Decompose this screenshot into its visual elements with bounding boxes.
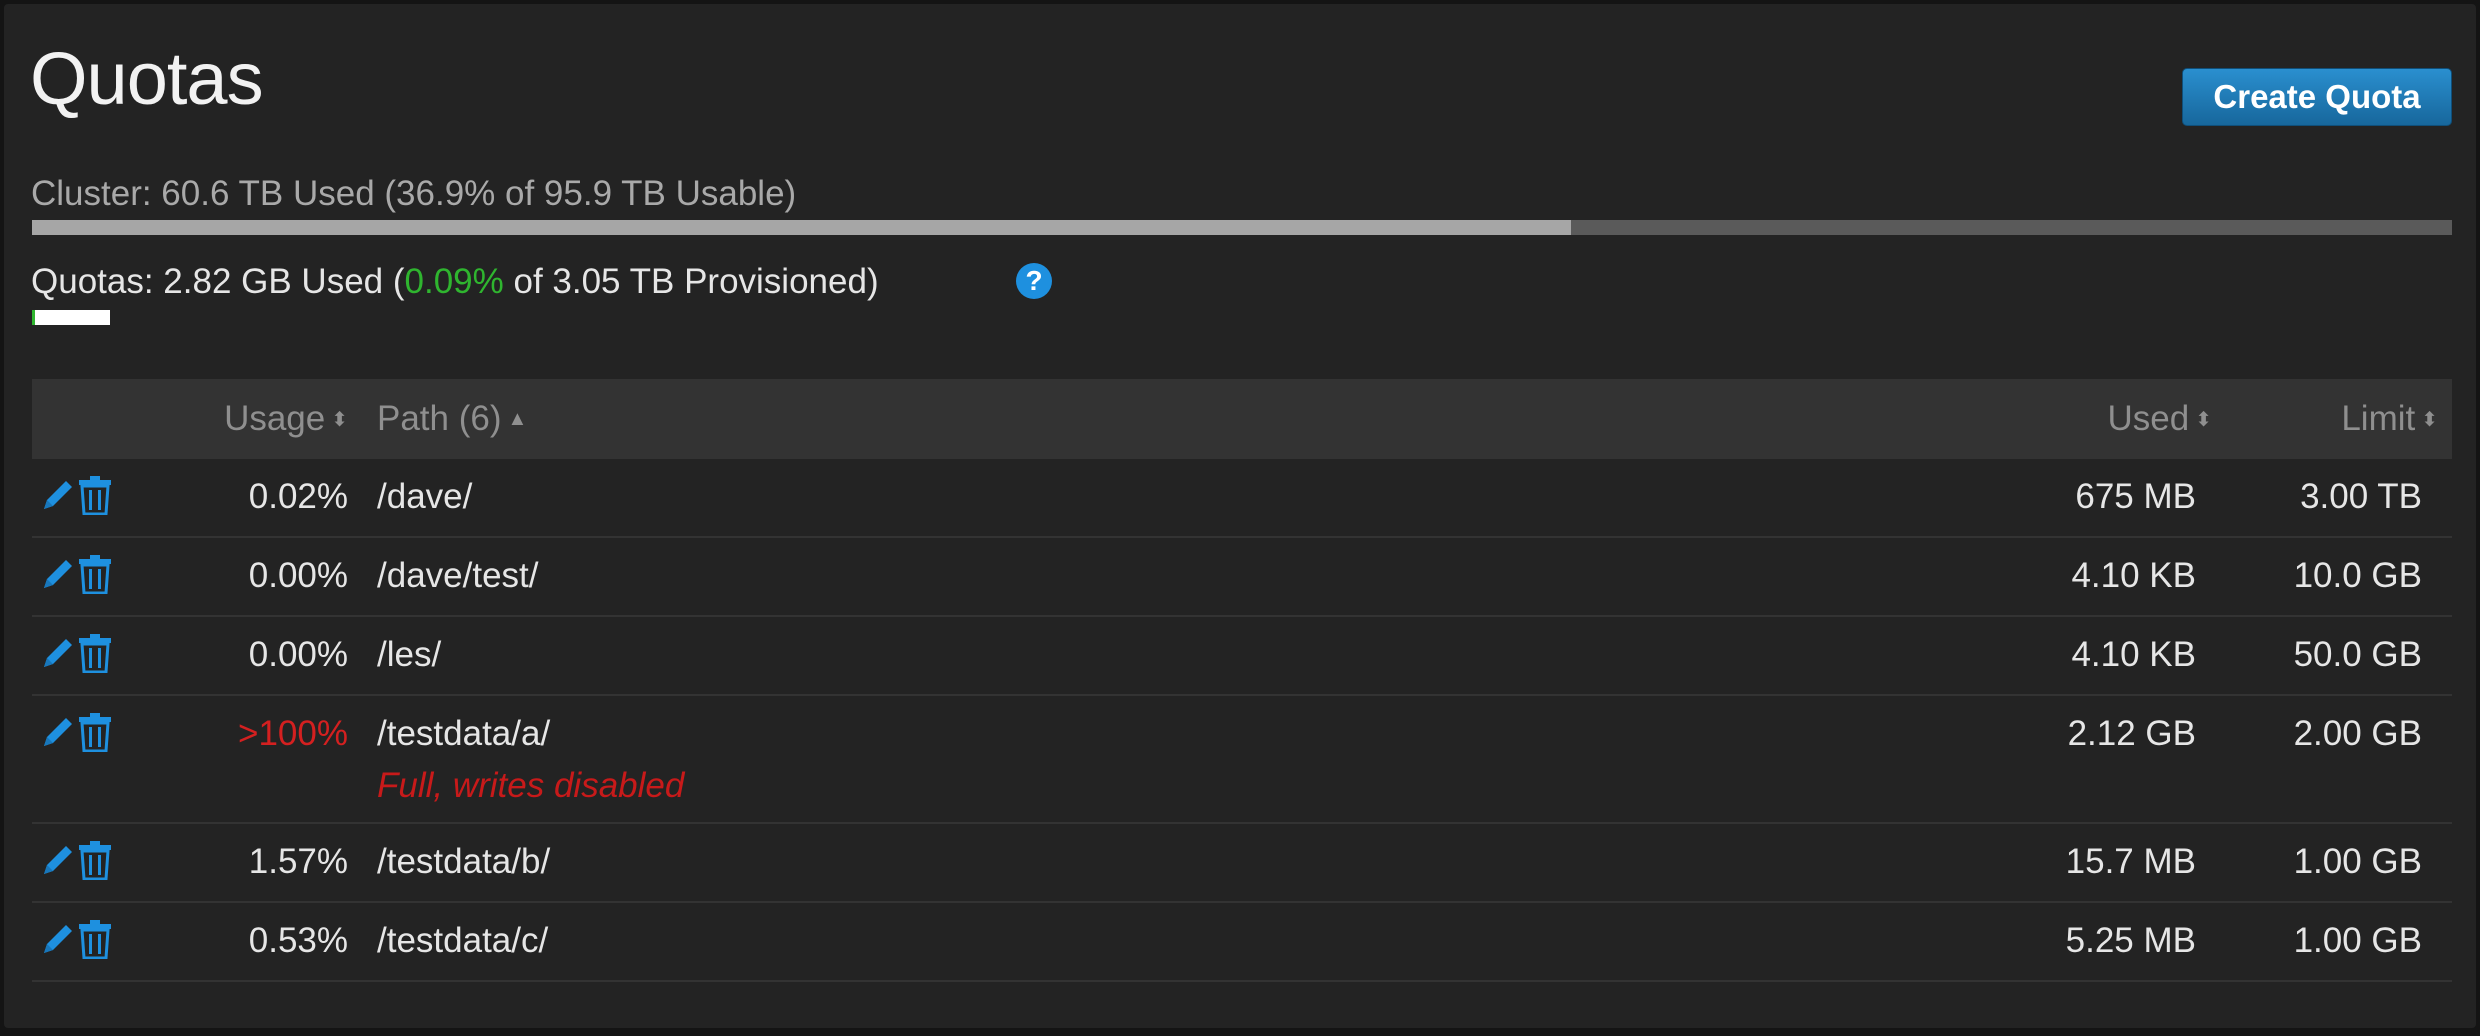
sort-up-icon: ▲ — [507, 407, 528, 430]
usage-cell: 0.02% — [248, 477, 348, 516]
column-header-usage[interactable]: Usage ⬍ — [224, 379, 348, 459]
row-actions — [38, 712, 112, 757]
column-header-limit[interactable]: Limit ⬍ — [2341, 379, 2438, 459]
column-header-path[interactable]: Path (6) ▲ — [377, 379, 527, 459]
trash-icon[interactable] — [78, 840, 112, 885]
path-cell: /testdata/b/ — [377, 842, 551, 881]
table-row: 0.00% /les/4.10 KB 50.0 GB — [32, 617, 2452, 696]
pencil-icon[interactable] — [38, 554, 78, 599]
limit-cell: 1.00 GB — [2293, 842, 2422, 881]
quota-full-warning: Full, writes disabled — [377, 766, 685, 805]
quotas-usage-label: Quotas: 2.82 GB Used (0.09% of 3.05 TB P… — [31, 262, 879, 302]
pencil-icon[interactable] — [38, 840, 78, 885]
limit-cell: 3.00 TB — [2300, 477, 2422, 516]
quotas-usage-bar-fill — [32, 310, 35, 325]
limit-cell: 10.0 GB — [2293, 556, 2422, 595]
column-path-label: Path (6) — [377, 399, 502, 438]
trash-icon[interactable] — [78, 919, 112, 964]
help-icon[interactable]: ? — [1016, 263, 1052, 299]
usage-cell: 0.00% — [248, 556, 348, 595]
used-cell: 4.10 KB — [2071, 556, 2196, 595]
row-actions — [38, 475, 112, 520]
quotas-usage-prefix: Quotas: 2.82 GB Used ( — [31, 262, 405, 301]
table-header: Usage ⬍ Path (6) ▲ Used ⬍ Limit ⬍ — [32, 379, 2452, 459]
create-quota-button[interactable]: Create Quota — [2182, 68, 2452, 126]
pencil-icon[interactable] — [38, 633, 78, 678]
sort-both-icon: ⬍ — [331, 408, 348, 431]
limit-cell: 50.0 GB — [2293, 635, 2422, 674]
path-cell: /dave/ — [377, 477, 473, 516]
quotas-usage-suffix: of 3.05 TB Provisioned) — [503, 262, 879, 301]
cluster-usage-label: Cluster: 60.6 TB Used (36.9% of 95.9 TB … — [31, 174, 797, 213]
used-cell: 675 MB — [2075, 477, 2196, 516]
table-body: 0.02% /dave/675 MB 3.00 TB 0.00% /dave/test/… — [32, 459, 2452, 982]
cluster-usage-bar-fill — [32, 220, 1572, 235]
usage-cell: 1.57% — [248, 842, 348, 881]
quotas-usage-percent: 0.09% — [404, 262, 504, 301]
used-cell: 5.25 MB — [2065, 921, 2196, 960]
used-cell: 2.12 GB — [2067, 714, 2196, 753]
sort-both-icon: ⬍ — [2421, 408, 2438, 431]
page-title: Quotas — [30, 37, 264, 120]
table-row: 1.57% /testdata/b/15.7 MB 1.00 GB — [32, 824, 2452, 903]
quotas-panel: Quotas Create Quota Cluster: 60.6 TB Use… — [4, 4, 2476, 1028]
pencil-icon[interactable] — [38, 919, 78, 964]
usage-cell: 0.53% — [248, 921, 348, 960]
column-used-label: Used — [2107, 399, 2190, 438]
sort-both-icon: ⬍ — [2195, 408, 2212, 431]
quotas-usage-bar — [32, 310, 110, 325]
column-usage-label: Usage — [224, 399, 326, 438]
table-row: 0.00% /dave/test/4.10 KB 10.0 GB — [32, 538, 2452, 617]
trash-icon[interactable] — [78, 554, 112, 599]
path-cell: /les/ — [377, 635, 442, 674]
limit-cell: 1.00 GB — [2293, 921, 2422, 960]
limit-cell: 2.00 GB — [2293, 714, 2422, 753]
usage-cell: 0.00% — [248, 635, 348, 674]
trash-icon[interactable] — [78, 712, 112, 757]
pencil-icon[interactable] — [38, 712, 78, 757]
usage-cell: >100% — [238, 714, 348, 753]
used-cell: 4.10 KB — [2071, 635, 2196, 674]
row-actions — [38, 840, 112, 885]
path-cell: /dave/test/ — [377, 556, 539, 595]
table-row: 0.02% /dave/675 MB 3.00 TB — [32, 459, 2452, 538]
path-cell: /testdata/a/ — [377, 714, 551, 753]
quotas-table: Usage ⬍ Path (6) ▲ Used ⬍ Limit ⬍ 0.02%/dave… — [32, 379, 2452, 982]
table-row: 0.53% /testdata/c/5.25 MB 1.00 GB — [32, 903, 2452, 982]
row-actions — [38, 554, 112, 599]
column-header-used[interactable]: Used ⬍ — [2108, 379, 2212, 459]
trash-icon[interactable] — [78, 633, 112, 678]
pencil-icon[interactable] — [38, 475, 78, 520]
row-actions — [38, 633, 112, 678]
column-limit-label: Limit — [2341, 399, 2416, 438]
trash-icon[interactable] — [78, 475, 112, 520]
row-actions — [38, 919, 112, 964]
used-cell: 15.7 MB — [2065, 842, 2196, 881]
path-cell: /testdata/c/ — [377, 921, 549, 960]
table-row: >100% /testdata/a/2.12 GB 2.00 GB Full, wri… — [32, 696, 2452, 824]
cluster-usage-bar — [32, 220, 2452, 235]
